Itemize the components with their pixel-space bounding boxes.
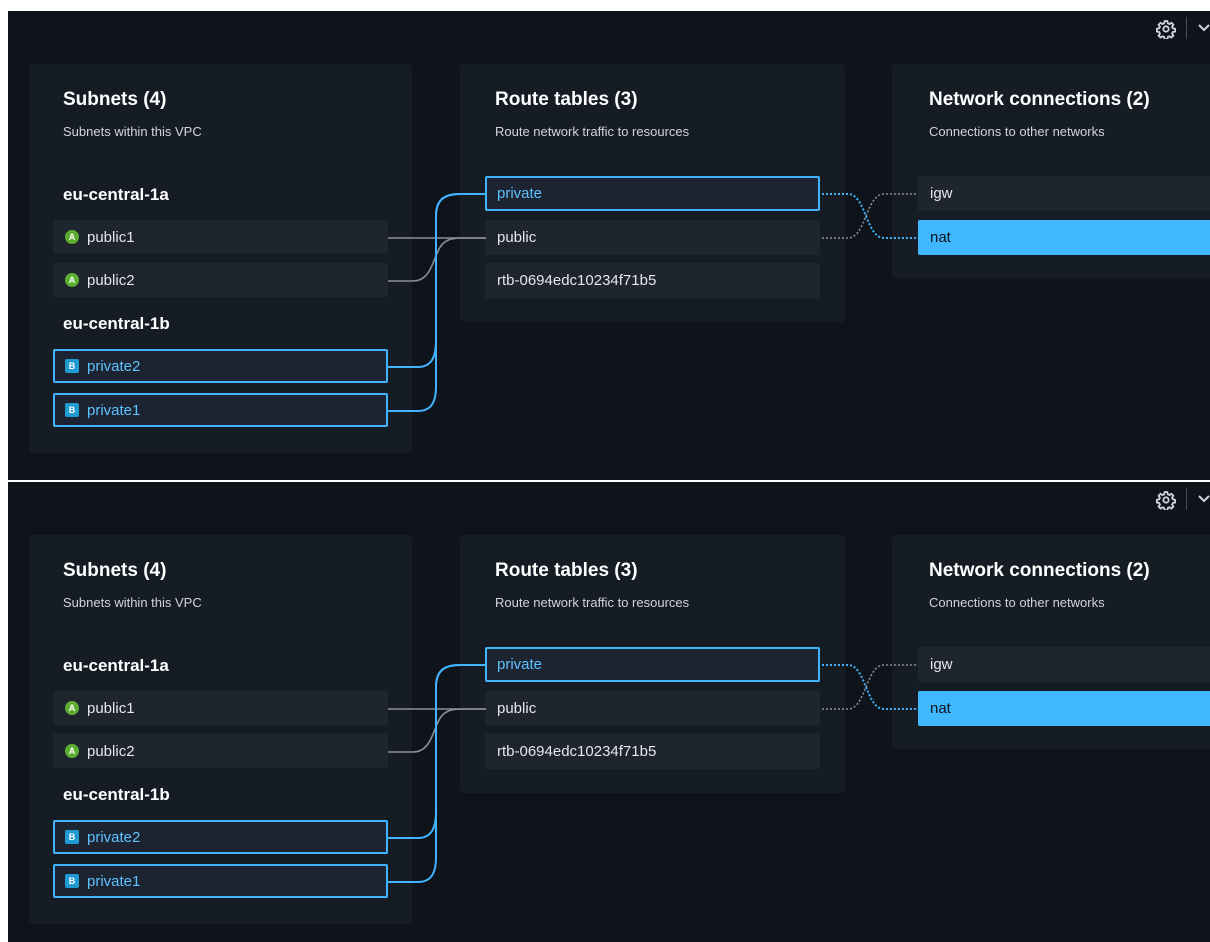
- route-tables-column: Route tables (3) Route network traffic t…: [460, 64, 845, 322]
- network-connection-label: igw: [930, 656, 953, 673]
- private-subnet-badge-icon: B: [65, 403, 79, 417]
- toolbar-divider: [1186, 17, 1187, 39]
- route-table-public[interactable]: public: [485, 691, 820, 726]
- resource-map-panel: Subnets (4) Subnets within this VPC eu-c…: [8, 482, 1210, 942]
- route-tables-subtitle: Route network traffic to resources: [495, 124, 690, 139]
- subnets-column: Subnets (4) Subnets within this VPC eu-c…: [29, 64, 412, 453]
- subnets-subtitle: Subnets within this VPC: [63, 124, 202, 139]
- zone-label: eu-central-1a: [63, 185, 169, 204]
- route-table-private[interactable]: private: [485, 647, 820, 682]
- public-subnet-badge-icon: A: [65, 744, 79, 758]
- route-table-rtb[interactable]: rtb-0694edc10234f71b5: [485, 734, 820, 769]
- network-connection-label: igw: [930, 185, 953, 202]
- chevron-down-icon[interactable]: [1196, 490, 1210, 506]
- public-subnet-badge-icon: A: [65, 701, 79, 715]
- network-connections-subtitle: Connections to other networks: [929, 124, 1105, 139]
- route-table-label: private: [497, 656, 543, 673]
- network-connections-column: Network connections (2) Connections to o…: [892, 64, 1210, 278]
- network-connections-title: Network connections (2): [929, 560, 1150, 581]
- subnet-item-public1[interactable]: A public1: [53, 220, 388, 254]
- route-tables-title: Route tables (3): [495, 89, 638, 110]
- subnet-label: private1: [87, 872, 141, 890]
- route-table-label: public: [497, 229, 537, 246]
- route-table-label: private: [497, 185, 543, 202]
- network-connection-igw[interactable]: igw: [918, 647, 1210, 682]
- resource-map-panel: Subnets (4) Subnets within this VPC eu-c…: [8, 11, 1210, 480]
- network-connection-label: nat: [930, 700, 951, 717]
- route-table-rtb[interactable]: rtb-0694edc10234f71b5: [485, 263, 820, 298]
- network-connection-label: nat: [930, 229, 951, 246]
- subnets-title: Subnets (4): [63, 560, 167, 581]
- route-tables-title: Route tables (3): [495, 560, 638, 581]
- subnet-label: public1: [87, 699, 135, 717]
- subnet-item-private2[interactable]: B private2: [53, 349, 388, 383]
- subnet-item-public2[interactable]: A public2: [53, 263, 388, 297]
- toolbar: [8, 482, 1210, 522]
- subnet-label: public1: [87, 228, 135, 246]
- zone-label: eu-central-1b: [63, 314, 170, 333]
- route-table-label: public: [497, 700, 537, 717]
- public-subnet-badge-icon: A: [65, 230, 79, 244]
- route-tables-column: Route tables (3) Route network traffic t…: [460, 535, 845, 793]
- subnet-label: private1: [87, 401, 141, 419]
- public-subnet-badge-icon: A: [65, 273, 79, 287]
- subnet-item-public2[interactable]: A public2: [53, 734, 388, 768]
- subnet-item-public1[interactable]: A public1: [53, 691, 388, 725]
- subnet-label: private2: [87, 357, 141, 375]
- gear-icon[interactable]: [1156, 19, 1176, 41]
- chevron-down-icon[interactable]: [1196, 19, 1210, 35]
- subnets-subtitle: Subnets within this VPC: [63, 595, 202, 610]
- private-subnet-badge-icon: B: [65, 830, 79, 844]
- private-subnet-badge-icon: B: [65, 874, 79, 888]
- subnets-column: Subnets (4) Subnets within this VPC eu-c…: [29, 535, 412, 924]
- network-connections-title: Network connections (2): [929, 89, 1150, 110]
- network-connection-nat[interactable]: nat: [918, 691, 1210, 726]
- subnet-item-private2[interactable]: B private2: [53, 820, 388, 854]
- subnets-title: Subnets (4): [63, 89, 167, 110]
- network-connection-nat[interactable]: nat: [918, 220, 1210, 255]
- route-table-public[interactable]: public: [485, 220, 820, 255]
- route-tables-subtitle: Route network traffic to resources: [495, 595, 690, 610]
- zone-label: eu-central-1a: [63, 656, 169, 675]
- toolbar: [8, 11, 1210, 51]
- subnet-label: public2: [87, 742, 135, 760]
- network-connections-subtitle: Connections to other networks: [929, 595, 1105, 610]
- subnet-item-private1[interactable]: B private1: [53, 864, 388, 898]
- subnet-label: public2: [87, 271, 135, 289]
- private-subnet-badge-icon: B: [65, 359, 79, 373]
- toolbar-divider: [1186, 488, 1187, 510]
- zone-label: eu-central-1b: [63, 785, 170, 804]
- route-table-private[interactable]: private: [485, 176, 820, 211]
- route-table-label: rtb-0694edc10234f71b5: [497, 272, 657, 289]
- network-connections-column: Network connections (2) Connections to o…: [892, 535, 1210, 749]
- gear-icon[interactable]: [1156, 490, 1176, 512]
- subnet-label: private2: [87, 828, 141, 846]
- route-table-label: rtb-0694edc10234f71b5: [497, 743, 657, 760]
- network-connection-igw[interactable]: igw: [918, 176, 1210, 211]
- subnet-item-private1[interactable]: B private1: [53, 393, 388, 427]
